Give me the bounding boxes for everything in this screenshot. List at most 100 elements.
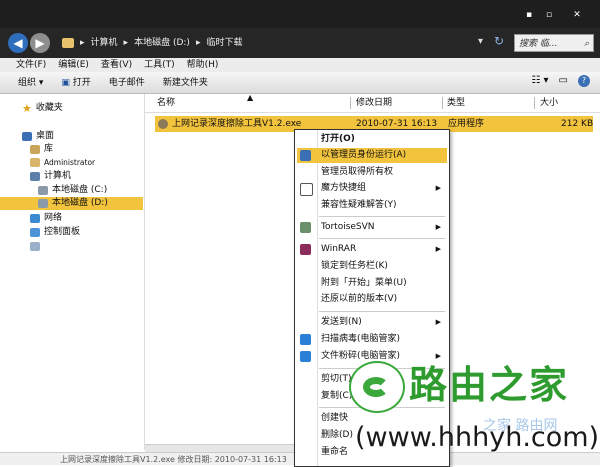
menu-item-restore-label: 还原以前的版本(V) <box>321 294 398 304</box>
desktop-icon <box>22 132 32 141</box>
column-separator[interactable] <box>350 97 351 109</box>
user-folder-icon <box>30 158 40 167</box>
col-size[interactable]: 大小 <box>540 94 558 112</box>
menu-item-take-ownership[interactable]: 管理员取得所有权 <box>297 165 447 180</box>
forward-arrow-icon: ▶ <box>35 36 45 50</box>
nav-drive-d[interactable]: 本地磁盘 (D:) <box>0 197 143 210</box>
maximize-button[interactable]: ▫ <box>540 9 558 21</box>
menu-item-run-as-admin[interactable]: 以管理员身份运行(A) <box>297 148 447 163</box>
column-separator[interactable] <box>534 97 535 109</box>
open-label: 打开 <box>72 78 91 88</box>
nav-user-label: Administrator <box>44 158 96 167</box>
menu-item-open[interactable]: 打开(O) <box>297 132 447 147</box>
back-button[interactable]: ◀ <box>8 33 28 53</box>
close-button[interactable]: ✕ <box>568 9 586 21</box>
menu-tools[interactable]: 工具(T) <box>144 58 175 72</box>
winrar-icon <box>300 244 311 255</box>
menu-item-winrar[interactable]: WinRAR ▶ <box>297 242 447 257</box>
watermark-brand: 路由之家 <box>409 363 570 407</box>
nav-libraries-label: 库 <box>44 144 54 154</box>
menu-help[interactable]: 帮助(H) <box>187 58 219 72</box>
logo-arc <box>363 377 389 397</box>
nav-network[interactable]: 网络 <box>30 212 62 225</box>
minimize-button[interactable]: ▪ <box>520 9 538 21</box>
menu-item-tortoisesvn-label: TortoiseSVN <box>321 222 375 232</box>
forward-button[interactable]: ▶ <box>30 33 50 53</box>
menu-file[interactable]: 文件(F) <box>16 58 46 72</box>
menu-item-rename-label: 重命名 <box>321 447 349 457</box>
col-date[interactable]: 修改日期 <box>356 94 392 112</box>
watermark-url: (www.hhhyh.com) <box>355 422 600 453</box>
menu-separator <box>319 311 445 312</box>
menu-item-magic-group[interactable]: 魔方快捷组 ▶ <box>297 181 447 196</box>
brand-logo-icon <box>349 361 405 413</box>
nav-computer-label: 计算机 <box>44 171 72 181</box>
shield-icon <box>300 150 311 161</box>
submenu-arrow-icon: ▶ <box>435 318 441 326</box>
column-separator[interactable] <box>442 97 443 109</box>
refresh-icon[interactable]: ↻ <box>494 34 504 48</box>
history-dropdown-icon[interactable]: ▾ <box>478 36 483 47</box>
nav-user[interactable]: Administrator <box>30 156 95 169</box>
app-icon <box>158 119 168 129</box>
search-input[interactable]: 搜索 临... ⌕ <box>514 34 594 52</box>
menu-item-pin-start[interactable]: 附到「开始」菜单(U) <box>297 276 447 291</box>
nav-drive-c[interactable]: 本地磁盘 (C:) <box>38 184 107 197</box>
menu-item-compat[interactable]: 兼容性疑难解答(Y) <box>297 198 447 213</box>
email-button[interactable]: 电子邮件 <box>109 72 145 93</box>
nav-computer[interactable]: 计算机 <box>30 170 71 183</box>
star-icon: ★ <box>22 102 32 115</box>
nav-favorites[interactable]: ★ 收藏夹 <box>22 102 63 115</box>
address-bar: ◀ ▶ ▸ 计算机 ▸ 本地磁盘 (D:) ▸ 临时下载 ▾ ↻ 搜索 临...… <box>0 28 600 58</box>
drive-icon <box>38 186 48 195</box>
menu-view[interactable]: 查看(V) <box>101 58 132 72</box>
menu-edit[interactable]: 编辑(E) <box>58 58 89 72</box>
breadcrumb[interactable]: ▸ 计算机 ▸ 本地磁盘 (D:) ▸ 临时下载 <box>62 34 492 52</box>
nav-control-panel[interactable]: 控制面板 <box>30 226 80 239</box>
column-headers: 名称 ▲ 修改日期 类型 大小 <box>145 93 600 113</box>
menu-item-send-to-label: 发送到(N) <box>321 317 362 327</box>
open-button[interactable]: ▣ 打开 <box>61 72 90 93</box>
nav-drive-c-label: 本地磁盘 (C:) <box>52 185 108 195</box>
title-bar: ▪ ▫ ✕ <box>0 0 600 28</box>
submenu-arrow-icon: ▶ <box>435 223 441 231</box>
col-name[interactable]: 名称 <box>157 94 175 112</box>
menu-item-cut-label: 剪切(T) <box>321 374 352 384</box>
menu-item-pin-taskbar-label: 锁定到任务栏(K) <box>321 261 388 271</box>
col-type[interactable]: 类型 <box>447 94 465 112</box>
menu-item-take-ownership-label: 管理员取得所有权 <box>321 167 394 177</box>
grid-icon <box>300 183 313 196</box>
submenu-arrow-icon: ▶ <box>435 184 441 192</box>
view-options-icon[interactable]: ☷ ▾ <box>531 75 548 87</box>
menu-separator <box>319 216 445 217</box>
menu-item-shortcut-label: 创建快 <box>321 413 349 423</box>
navigation-pane: ★ 收藏夹 桌面 库 Administrator 计算机 本地磁盘 (C:) 本… <box>0 94 145 450</box>
nav-favorites-label: 收藏夹 <box>35 103 63 113</box>
guard-shield-icon <box>300 334 311 345</box>
menu-item-pin-taskbar[interactable]: 锁定到任务栏(K) <box>297 259 447 274</box>
status-text: 上网记录深度擦除工具V1.2.exe 修改日期: 2010-07-31 16:1… <box>60 455 287 464</box>
breadcrumb-drive-d[interactable]: 本地磁盘 (D:) <box>134 34 190 52</box>
breadcrumb-separator: ▸ <box>123 38 129 48</box>
file-name[interactable]: 上网记录深度擦除工具V1.2.exe <box>172 116 301 132</box>
breadcrumb-separator: ▸ <box>80 38 85 48</box>
new-folder-button[interactable]: 新建文件夹 <box>163 72 208 93</box>
menu-item-restore[interactable]: 还原以前的版本(V) <box>297 292 447 307</box>
search-icon: ⌕ <box>583 39 589 49</box>
control-panel-icon <box>30 228 40 237</box>
nav-network-label: 网络 <box>44 213 63 223</box>
help-icon[interactable]: ? <box>578 75 590 87</box>
nav-recycle-bin[interactable] <box>30 240 40 253</box>
nav-desktop[interactable]: 桌面 <box>22 130 54 143</box>
menu-item-winrar-label: WinRAR <box>321 244 357 254</box>
breadcrumb-computer[interactable]: 计算机 <box>91 34 118 52</box>
menu-item-scan[interactable]: 扫描病毒(电脑管家) <box>297 332 447 347</box>
menu-item-send-to[interactable]: 发送到(N) ▶ <box>297 315 447 330</box>
command-bar: 组织 ▾ ▣ 打开 电子邮件 新建文件夹 <box>0 72 600 94</box>
preview-pane-icon[interactable]: ▭ <box>559 75 568 87</box>
menu-item-tortoisesvn[interactable]: TortoiseSVN ▶ <box>297 220 447 235</box>
breadcrumb-downloads[interactable]: 临时下载 <box>206 34 242 52</box>
organize-button[interactable]: 组织 ▾ <box>18 72 43 93</box>
nav-control-panel-label: 控制面板 <box>44 227 81 237</box>
nav-libraries[interactable]: 库 <box>30 143 53 156</box>
